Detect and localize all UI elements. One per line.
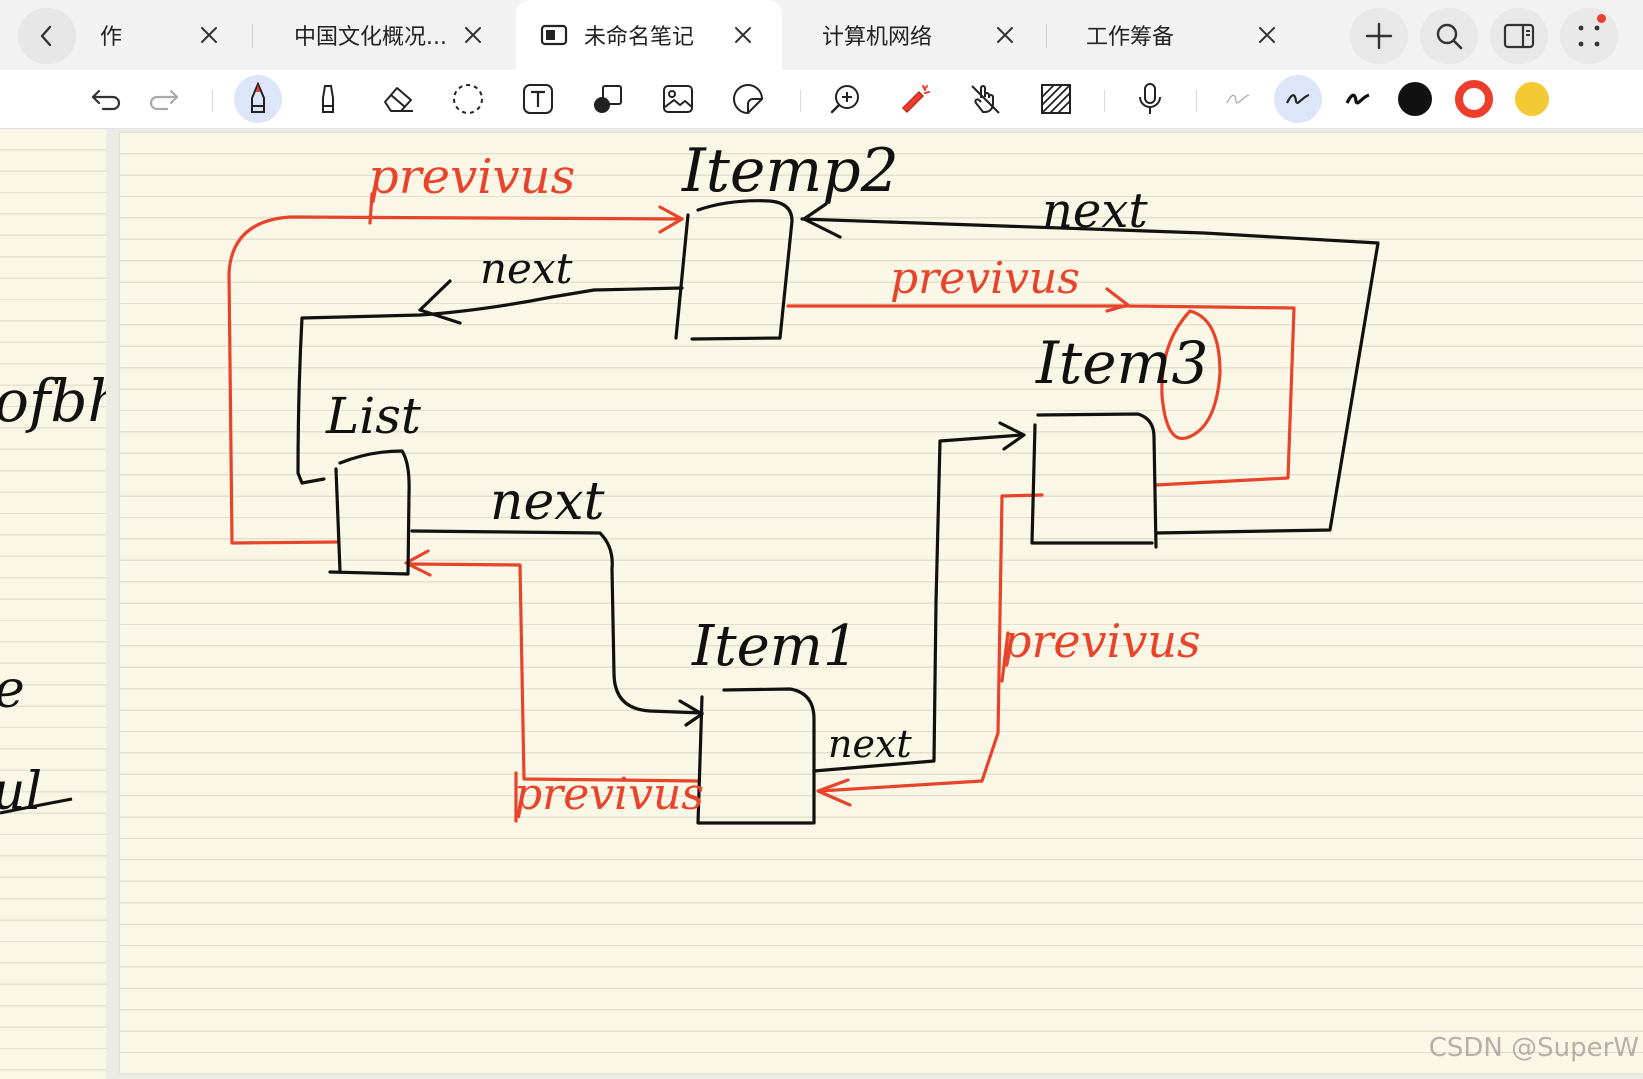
sidebar-panel-icon	[1503, 23, 1535, 49]
toolbar-divider	[1196, 90, 1197, 112]
back-button[interactable]	[18, 8, 76, 64]
redo-icon	[149, 89, 179, 111]
zoom-icon	[830, 85, 859, 114]
tab-divider	[252, 24, 253, 48]
laser-pointer-icon	[901, 85, 930, 114]
sticker-tool[interactable]	[724, 75, 772, 123]
next-label-top: next	[1042, 183, 1148, 239]
stroke-thick-button[interactable]	[1334, 75, 1382, 123]
grid-dots-icon	[1578, 25, 1600, 47]
zoom-tool[interactable]	[822, 75, 870, 123]
close-icon[interactable]	[196, 22, 222, 48]
highlighter-icon	[322, 85, 334, 113]
lasso-icon	[453, 84, 483, 114]
tab-0[interactable]: 作	[88, 0, 238, 70]
previous-label-item3-item1: previvus	[1002, 614, 1201, 668]
previous-label-item1-list: previvus	[514, 769, 704, 820]
text-tool[interactable]	[514, 75, 562, 123]
notebook-icon	[540, 24, 568, 46]
laser-pointer-tool[interactable]	[892, 75, 940, 123]
tab-label: 未命名笔记	[584, 25, 695, 50]
new-tab-button[interactable]	[1350, 8, 1408, 64]
previous-label-item2-item3: previvus	[890, 253, 1080, 304]
list-label: List	[325, 387, 422, 445]
pattern-icon	[1041, 84, 1071, 114]
tab-3[interactable]: 计算机网络	[798, 0, 1028, 70]
tab-label: 计算机网络	[822, 25, 933, 50]
tab-divider	[1046, 24, 1047, 48]
next-label-item1-item3: next	[828, 722, 912, 766]
split-view-button[interactable]	[1490, 8, 1548, 64]
left-fragment-2: e	[0, 660, 25, 720]
close-icon[interactable]	[730, 22, 756, 48]
stroke-medium-icon	[1286, 93, 1310, 104]
left-fragment-1: ofbhe	[0, 367, 106, 435]
highlighter-tool[interactable]	[304, 75, 352, 123]
next-label-list-item1: next	[490, 472, 605, 532]
chevron-left-icon	[40, 25, 52, 47]
tab-bar: 作 中国文化概况... 未命名笔记 计算机网络 工作筹备	[0, 0, 1643, 70]
item2-label: Itemp2	[681, 136, 899, 206]
search-button[interactable]	[1420, 8, 1478, 64]
redo-button[interactable]	[140, 75, 188, 123]
toolbar-divider	[212, 90, 213, 112]
tab-label: 中国文化概况...	[294, 25, 447, 50]
color-black-swatch[interactable]	[1398, 82, 1432, 116]
next-label-item2-list: next	[480, 244, 573, 293]
touch-draw-toggle[interactable]	[962, 75, 1010, 123]
shape-tool[interactable]	[584, 75, 632, 123]
plus-icon	[1365, 22, 1393, 50]
audio-record-button[interactable]	[1126, 75, 1174, 123]
eraser-icon	[384, 87, 413, 112]
stroke-thin-button[interactable]	[1214, 75, 1262, 123]
image-icon	[663, 85, 693, 113]
shape-icon	[594, 85, 622, 113]
notebook-canvas[interactable]: ofbhe e ul	[0, 129, 1643, 1079]
red-strokes	[227, 192, 1296, 823]
close-icon[interactable]	[1254, 22, 1280, 48]
tab-label: 作	[100, 25, 123, 50]
pen-icon	[251, 82, 265, 113]
watermark: CSDN @SuperW	[1428, 1033, 1639, 1063]
pattern-tool[interactable]	[1032, 75, 1080, 123]
notification-dot	[1597, 14, 1606, 23]
search-icon	[1436, 23, 1463, 50]
undo-icon	[91, 89, 121, 111]
tab-1[interactable]: 中国文化概况...	[278, 0, 500, 70]
stroke-medium-button[interactable]	[1274, 75, 1322, 123]
diagram-ink: Itemp2 Item3 List Item1 next next next n…	[227, 136, 1380, 825]
sticker-icon	[733, 84, 763, 114]
toolbar-divider	[800, 90, 801, 112]
tab-4[interactable]: 工作筹备	[1070, 0, 1290, 70]
lasso-tool[interactable]	[444, 75, 492, 123]
undo-button[interactable]	[82, 75, 130, 123]
item1-label: Item1	[691, 614, 859, 679]
image-tool[interactable]	[654, 75, 702, 123]
more-apps-button[interactable]	[1560, 8, 1618, 64]
toolbar-divider	[1104, 90, 1105, 112]
previous-page[interactable]: ofbhe e ul	[0, 129, 106, 1079]
tab-2[interactable]: 未命名笔记	[516, 0, 782, 70]
previous-label-top: previvus	[368, 149, 575, 205]
color-yellow-swatch[interactable]	[1515, 82, 1549, 116]
close-icon[interactable]	[460, 22, 486, 48]
current-page[interactable]: Itemp2 Item3 List Item1 next next next n…	[120, 133, 1643, 1073]
previous-page-ink: ofbhe e ul	[0, 367, 106, 822]
close-icon[interactable]	[992, 22, 1018, 48]
pen-tool[interactable]	[234, 75, 282, 123]
text-box-icon	[523, 84, 553, 114]
drawing-toolbar	[0, 70, 1643, 129]
eraser-tool[interactable]	[374, 75, 422, 123]
stroke-thick-icon	[1345, 93, 1370, 105]
hand-touch-icon	[971, 85, 1000, 114]
stroke-thin-icon	[1226, 94, 1250, 104]
item3-label: Item3	[1035, 329, 1208, 397]
tab-label: 工作筹备	[1086, 25, 1175, 50]
microphone-icon	[1139, 83, 1161, 114]
color-red-swatch[interactable]	[1455, 80, 1493, 118]
